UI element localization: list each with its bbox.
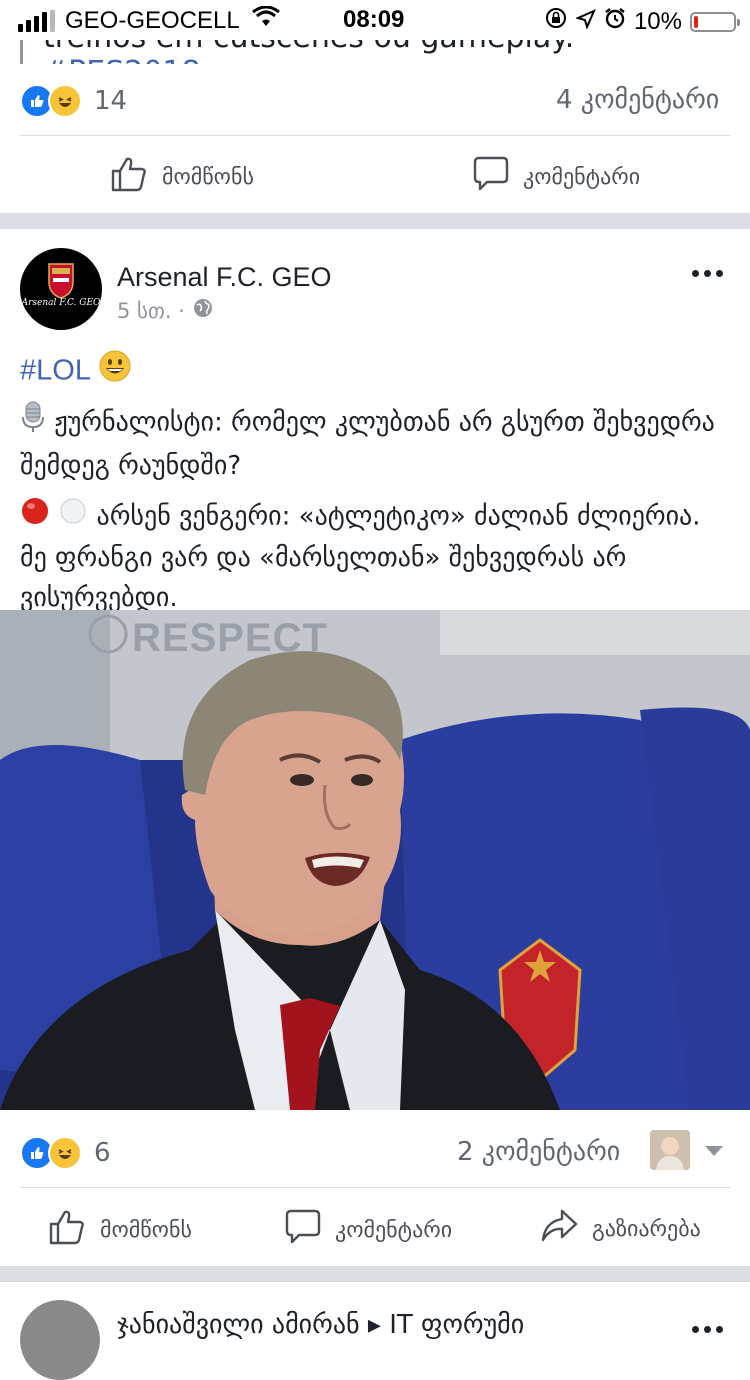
grinning-face-icon: [99, 350, 131, 394]
red-circle-icon: [20, 496, 50, 538]
comment-count-link[interactable]: 4 კომენტარი: [556, 85, 719, 115]
clock: 08:09: [343, 6, 405, 33]
haha-reaction-icon: [48, 84, 82, 118]
location-arrow-icon: [575, 8, 596, 36]
post-hashtag[interactable]: #LOL: [20, 355, 91, 387]
share-button-label: გაზიარება: [592, 1216, 701, 1242]
post-reactions[interactable]: 6: [20, 1136, 730, 1170]
page-avatar[interactable]: Arsenal F.C. GEO: [20, 248, 102, 330]
wifi-icon: [251, 5, 280, 35]
post-timestamp[interactable]: 5 სთ. ·: [117, 298, 213, 323]
comment-button-label: კომენტარი: [523, 164, 641, 190]
divider: [20, 1187, 730, 1188]
carrier-name: GEO-GEOCELL: [65, 6, 240, 34]
thumbs-up-icon: [110, 155, 148, 199]
microphone-icon: [20, 400, 46, 446]
comment-button[interactable]: კომენტარი: [473, 155, 640, 199]
comment-bubble-icon: [285, 1208, 321, 1252]
comment-button-label: კომენტარი: [335, 1217, 453, 1243]
commenter-avatar[interactable]: [650, 1130, 690, 1170]
feed-separator: [0, 213, 750, 229]
chevron-down-icon[interactable]: [704, 1143, 724, 1162]
signal-strength-icon: [18, 9, 55, 32]
reaction-count: 6: [94, 1138, 111, 1168]
share-arrow-icon: [540, 1208, 578, 1250]
status-bar: GEO-GEOCELL 08:09 10%: [0, 0, 750, 40]
page-name-link[interactable]: Arsenal F.C. GEO: [117, 262, 332, 293]
post-line-journalist: ჟურნალისტი: რომელ კლუბთან არ გსურთ შეხვე…: [20, 407, 715, 482]
reaction-count: 14: [94, 86, 128, 116]
next-post-header[interactable]: ჯანიაშვილი ამირან ▸ IT ფორუმი: [117, 1310, 524, 1340]
arsenal-crest-icon: [48, 263, 74, 299]
next-post-avatar[interactable]: [20, 1300, 100, 1380]
globe-icon: [193, 298, 213, 323]
comment-bubble-icon: [473, 155, 509, 199]
post-photo[interactable]: RESPECT: [0, 610, 750, 1110]
like-button[interactable]: მომწონს: [48, 1208, 192, 1252]
like-button-label: მომწონს: [100, 1217, 192, 1243]
divider: [20, 135, 730, 136]
white-circle-icon: [58, 496, 88, 538]
post-body: #LOL ჟურნალისტი: რომელ კლუბთან არ გსურთ …: [20, 350, 735, 628]
like-button[interactable]: მომწონს: [110, 155, 254, 199]
feed-separator: [0, 1266, 750, 1282]
comment-button[interactable]: კომენტარი: [285, 1208, 452, 1252]
more-options-button[interactable]: [692, 1326, 723, 1333]
alarm-icon: [604, 7, 626, 36]
previous-post-hashtag[interactable]: #PES2018: [43, 55, 201, 64]
post-line-wenger: არსენ ვენგერი: «ატლეტიკო» ძალიან ძლიერია…: [20, 501, 701, 614]
photo-banner-text: RESPECT: [132, 616, 328, 660]
battery-percent: 10%: [633, 7, 682, 35]
avatar-caption: Arsenal F.C. GEO: [21, 298, 101, 308]
post-time-text: 5 სთ. ·: [117, 298, 185, 323]
battery-icon: [690, 11, 740, 32]
photo-content: [0, 610, 750, 1110]
like-button-label: მომწონს: [162, 164, 254, 190]
comment-count-link[interactable]: 2 კომენტარი: [457, 1137, 620, 1167]
thumbs-up-icon: [48, 1208, 86, 1252]
haha-reaction-icon: [48, 1136, 82, 1170]
share-button[interactable]: გაზიარება: [540, 1208, 701, 1250]
rotation-lock-icon: [544, 6, 568, 37]
more-options-button[interactable]: [692, 270, 723, 277]
